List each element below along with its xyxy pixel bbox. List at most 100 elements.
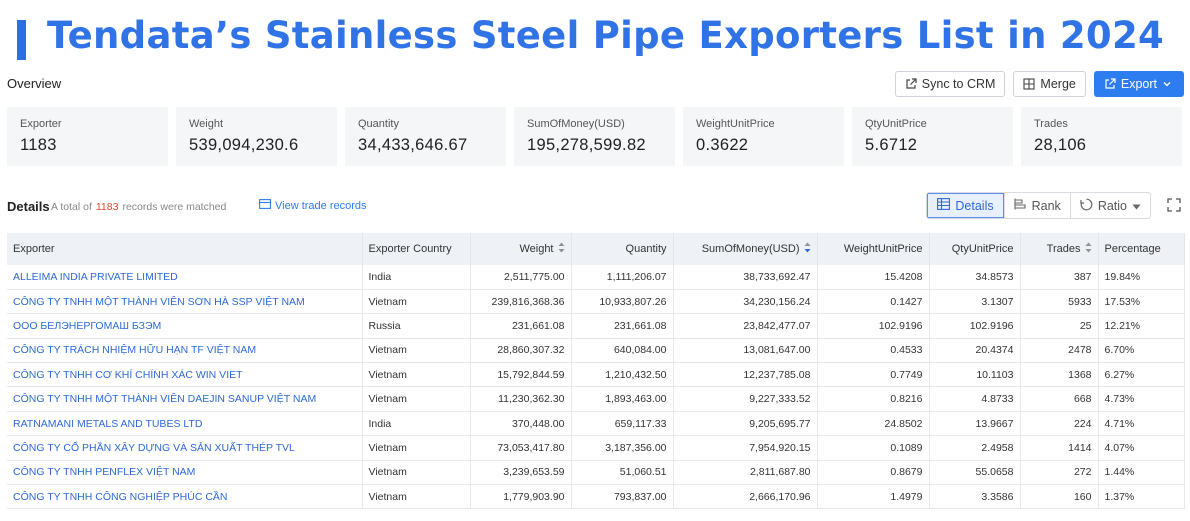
exporter-link[interactable]: CÔNG TY TRÁCH NHIỆM HỮU HẠN TF VIỆT NAM	[7, 338, 363, 364]
cell-sum: 23,842,477.07	[673, 313, 818, 339]
exporter-link[interactable]: CÔNG TY TNHH CÔNG NGHIỆP PHÚC CẦN	[7, 484, 363, 510]
cell-qty-unit-price: 55.0658	[929, 460, 1021, 486]
merge-label: Merge	[1040, 77, 1076, 91]
cell-weight-unit-price: 102.9196	[817, 313, 930, 339]
exporter-link[interactable]: CÔNG TY TNHH MỘT THÀNH VIÊN DAEJIN SANUP…	[7, 386, 363, 412]
cell-sum: 12,237,785.08	[673, 362, 818, 388]
column-header-sum[interactable]: SumOfMoney(USD)	[673, 233, 818, 265]
cell-qty-unit-price: 3.1307	[929, 289, 1021, 315]
merge-button[interactable]: Merge	[1013, 71, 1086, 97]
column-header-trades[interactable]: Trades	[1020, 233, 1099, 265]
cell-qty-unit-price: 13.9667	[929, 411, 1021, 437]
tab-details[interactable]: Details	[927, 193, 1004, 218]
stat-card-quantity: Quantity 34,433,646.67	[345, 107, 506, 166]
cell-weight: 370,448.00	[470, 411, 572, 437]
column-header-percentage[interactable]: Percentage	[1098, 233, 1185, 265]
column-header-quantity[interactable]: Quantity	[571, 233, 674, 265]
toolbar: Sync to CRM Merge Export	[894, 71, 1184, 97]
table-row: CÔNG TY TNHH MỘT THÀNH VIÊN DAEJIN SANUP…	[7, 386, 1185, 412]
chevron-down-icon	[1162, 78, 1174, 90]
cell-weight-unit-price: 0.7749	[817, 362, 930, 388]
fullscreen-icon[interactable]	[1167, 198, 1181, 212]
cell-percentage: 4.73%	[1098, 386, 1185, 412]
cell-quantity: 3,187,356.00	[571, 435, 674, 461]
stat-label: Quantity	[358, 118, 399, 130]
cell-country: India	[362, 265, 471, 290]
cell-weight-unit-price: 0.8216	[817, 386, 930, 412]
cell-percentage: 19.84%	[1098, 265, 1185, 290]
cell-country: Vietnam	[362, 289, 471, 315]
table-row: CÔNG TY CỔ PHẦN XÂY DỰNG VÀ SẢN XUẤT THÉ…	[7, 435, 1185, 461]
exporter-link[interactable]: ALLEIMA INDIA PRIVATE LIMITED	[7, 265, 363, 290]
cell-trades: 2478	[1020, 338, 1099, 364]
cell-qty-unit-price: 20.4374	[929, 338, 1021, 364]
tab-rank[interactable]: Rank	[1003, 193, 1070, 218]
exporter-link[interactable]: CÔNG TY TNHH MỘT THÀNH VIÊN SƠN HÀ SSP V…	[7, 289, 363, 315]
stat-value: 195,278,599.82	[527, 136, 646, 154]
column-header-weight[interactable]: Weight	[470, 233, 572, 265]
column-header-exporter[interactable]: Exporter	[7, 233, 363, 265]
cell-country: Russia	[362, 313, 471, 339]
tab-ratio-label: Ratio	[1097, 198, 1127, 213]
sync-to-crm-label: Sync to CRM	[921, 77, 996, 91]
rank-icon	[1014, 198, 1027, 213]
stat-value: 5.6712	[865, 136, 918, 154]
cell-quantity: 1,210,432.50	[571, 362, 674, 388]
exporter-link[interactable]: CÔNG TY TNHH CƠ KHÍ CHÍNH XÁC WIN VIET	[7, 362, 363, 388]
cell-qty-unit-price: 3.3586	[929, 484, 1021, 510]
stat-label: Exporter	[20, 118, 62, 130]
view-trade-records-link[interactable]: View trade records	[259, 199, 367, 212]
stat-value: 34,433,646.67	[358, 136, 468, 154]
table-row: CÔNG TY TRÁCH NHIỆM HỮU HẠN TF VIỆT NAM …	[7, 338, 1185, 364]
stat-card-qty-unit-price: QtyUnitPrice 5.6712	[852, 107, 1013, 166]
column-header-country[interactable]: Exporter Country	[362, 233, 471, 265]
cell-sum: 9,205,695.77	[673, 411, 818, 437]
cell-percentage: 6.27%	[1098, 362, 1185, 388]
cell-quantity: 793,837.00	[571, 484, 674, 510]
cell-quantity: 10,933,807.26	[571, 289, 674, 315]
cell-weight: 15,792,844.59	[470, 362, 572, 388]
cell-weight: 2,511,775.00	[470, 265, 572, 290]
cell-quantity: 51,060.51	[571, 460, 674, 486]
cell-quantity: 231,661.08	[571, 313, 674, 339]
banner-accent-bar	[17, 20, 26, 60]
cell-sum: 13,081,647.00	[673, 338, 818, 364]
cell-sum: 7,954,920.15	[673, 435, 818, 461]
column-header-qty-unit-price[interactable]: QtyUnitPrice	[929, 233, 1021, 265]
sort-icon[interactable]	[558, 242, 565, 256]
page-title: Tendata’s Stainless Steel Pipe Exporters…	[47, 14, 1165, 57]
total-suffix: records were matched	[122, 201, 227, 213]
header-label: SumOfMoney(USD)	[701, 242, 800, 255]
exporter-link[interactable]: RATNAMANI METALS AND TUBES LTD	[7, 411, 363, 437]
cell-trades: 224	[1020, 411, 1099, 437]
view-trade-records-label: View trade records	[275, 199, 367, 212]
cell-qty-unit-price: 2.4958	[929, 435, 1021, 461]
exporter-link[interactable]: ООО БЕЛЭНЕРГОМАШ БЗЭМ	[7, 313, 363, 339]
merge-icon	[1023, 78, 1035, 90]
sort-icon-active[interactable]	[804, 242, 811, 256]
cell-percentage: 1.37%	[1098, 484, 1185, 510]
cell-quantity: 640,084.00	[571, 338, 674, 364]
table-row: ALLEIMA INDIA PRIVATE LIMITED India 2,51…	[7, 265, 1185, 290]
cell-weight: 11,230,362.30	[470, 386, 572, 412]
table-icon	[937, 198, 951, 213]
cell-weight-unit-price: 0.1089	[817, 435, 930, 461]
table-row: RATNAMANI METALS AND TUBES LTD India 370…	[7, 411, 1185, 437]
sort-icon[interactable]	[1085, 242, 1092, 256]
export-icon	[1104, 78, 1116, 90]
exporters-table: Exporter Exporter Country Weight Quantit…	[7, 233, 1185, 510]
cell-weight: 239,816,368.36	[470, 289, 572, 315]
export-label: Export	[1120, 77, 1157, 91]
exporter-link[interactable]: CÔNG TY CỔ PHẦN XÂY DỰNG VÀ SẢN XUẤT THÉ…	[7, 435, 363, 461]
exporter-link[interactable]: CÔNG TY TNHH PENFLEX VIỆT NAM	[7, 460, 363, 486]
table-row: ООО БЕЛЭНЕРГОМАШ БЗЭМ Russia 231,661.08 …	[7, 313, 1185, 339]
cell-weight-unit-price: 0.4533	[817, 338, 930, 364]
cell-trades: 1414	[1020, 435, 1099, 461]
stat-label: Trades	[1034, 118, 1068, 130]
stat-cards: Exporter 1183 Weight 539,094,230.6 Quant…	[7, 107, 1182, 166]
column-header-weight-unit-price[interactable]: WeightUnitPrice	[817, 233, 930, 265]
tab-ratio[interactable]: Ratio	[1069, 193, 1150, 218]
export-button[interactable]: Export	[1093, 71, 1184, 97]
sync-to-crm-button[interactable]: Sync to CRM	[894, 71, 1006, 97]
cell-percentage: 6.70%	[1098, 338, 1185, 364]
